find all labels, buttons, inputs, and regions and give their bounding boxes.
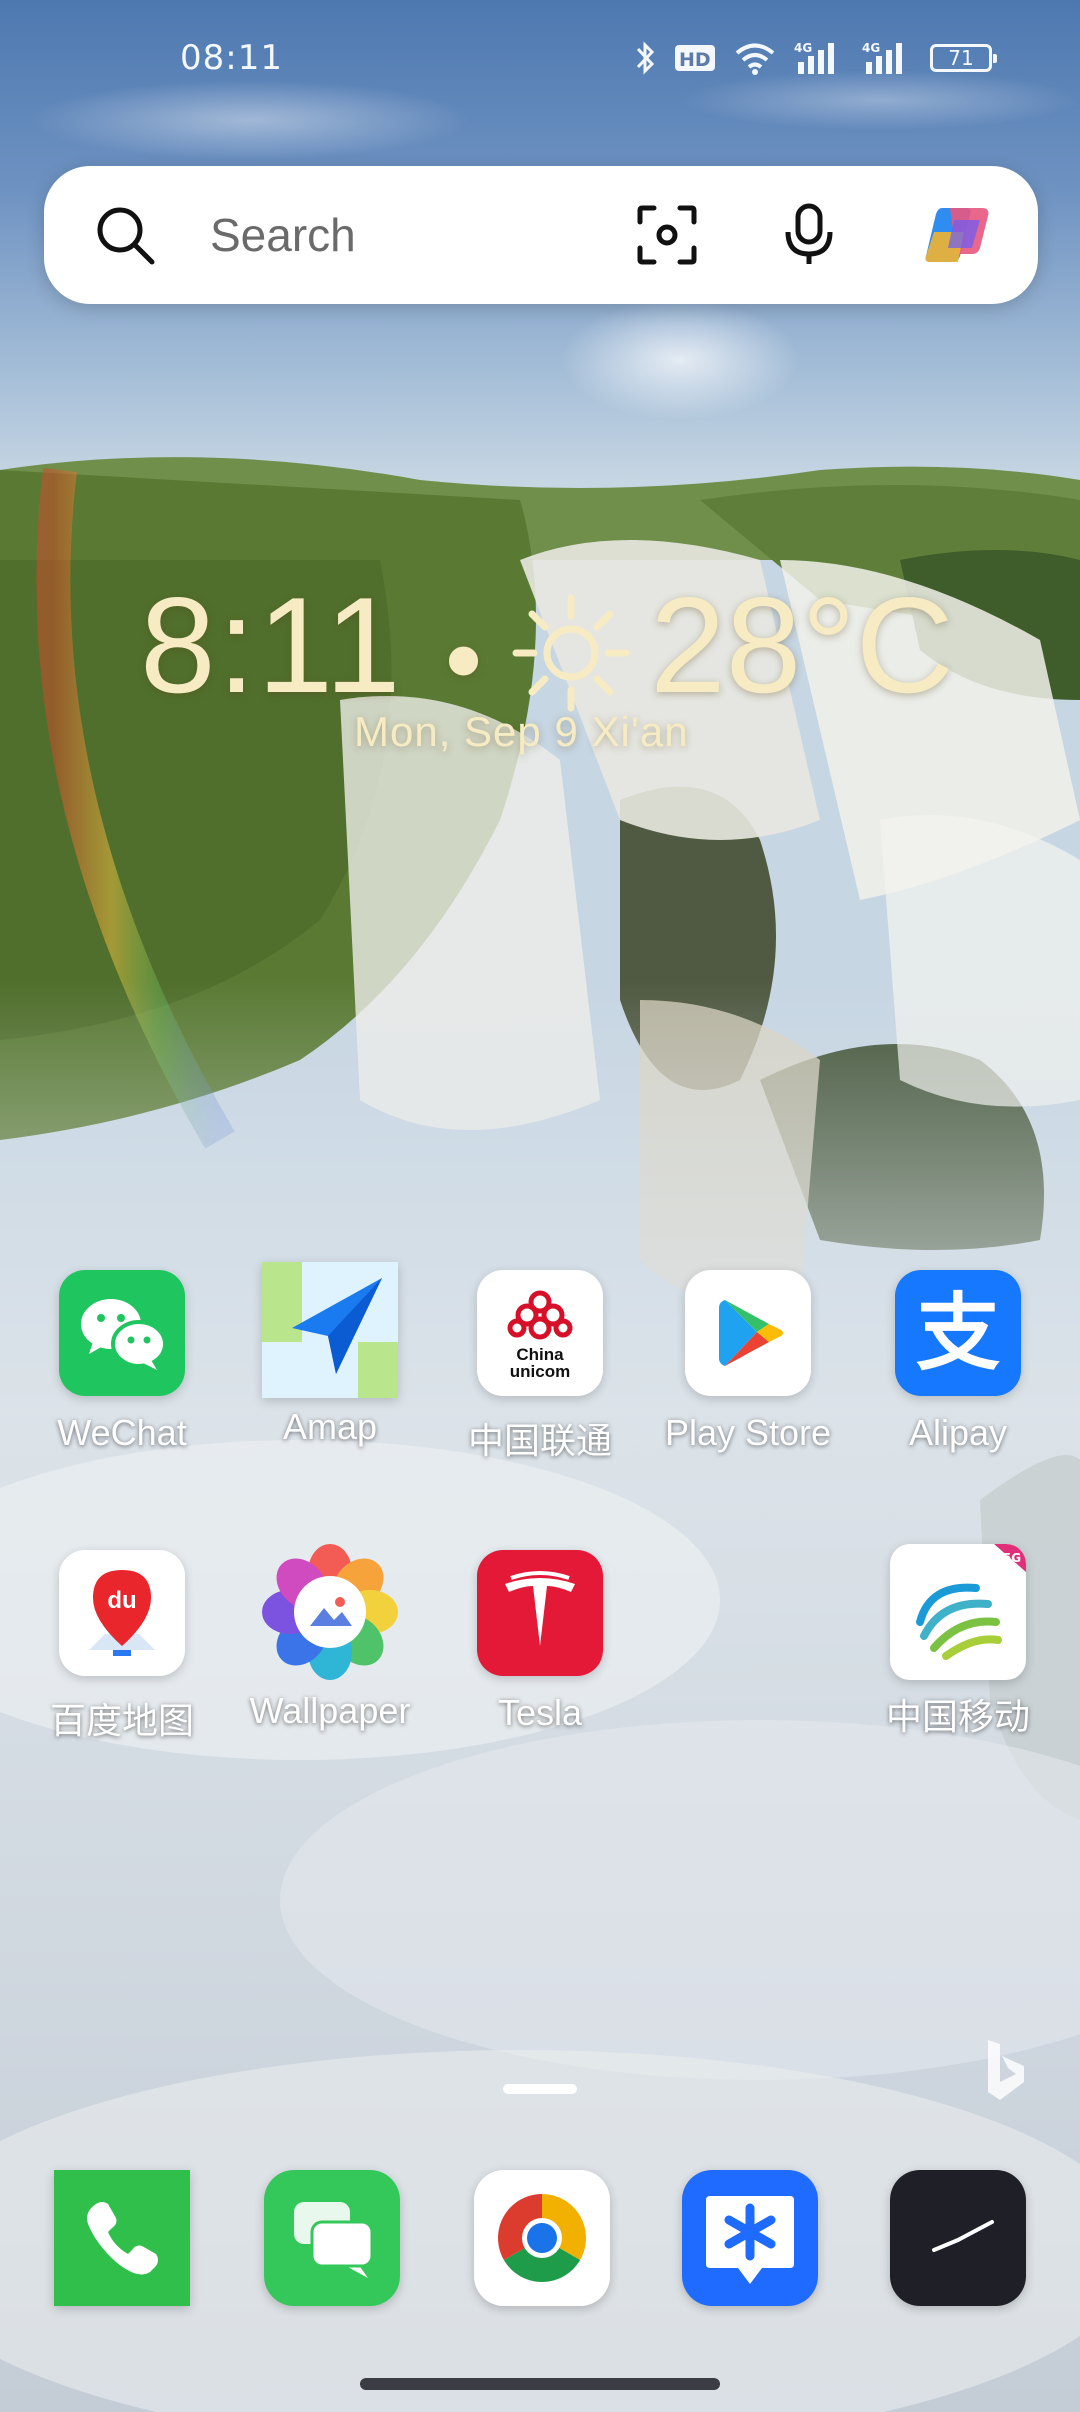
bluetooth-icon xyxy=(636,41,655,75)
app-label: WeChat xyxy=(57,1412,187,1453)
app-wechat[interactable]: WeChat xyxy=(22,1270,222,1454)
app-label: Amap xyxy=(282,1406,378,1447)
svg-text:4G: 4G xyxy=(794,41,812,55)
search-input[interactable]: Search xyxy=(210,166,356,304)
lens-scan-icon[interactable] xyxy=(634,166,700,304)
phone-icon[interactable] xyxy=(54,2170,190,2306)
svg-text:du: du xyxy=(107,1587,136,1614)
play-store-icon[interactable] xyxy=(685,1270,811,1396)
dock-messages[interactable] xyxy=(264,2170,400,2306)
svg-text:unicom: unicom xyxy=(510,1362,570,1381)
app-label: Wallpaper xyxy=(249,1690,411,1731)
app-label: 中国联通 xyxy=(467,1420,612,1461)
search-bar[interactable]: Search xyxy=(44,166,1038,304)
sun-icon xyxy=(512,594,630,712)
alipay-icon[interactable]: 支 xyxy=(895,1270,1021,1396)
status-icons: HD 4G 4G 71 xyxy=(634,38,997,78)
status-time: 08:11 xyxy=(180,38,283,78)
amap-icon[interactable] xyxy=(262,1262,398,1398)
dock-clock[interactable] xyxy=(890,2170,1026,2306)
app-tesla[interactable]: Tesla xyxy=(440,1550,640,1734)
widget-separator: • xyxy=(434,605,493,722)
app-china-mobile[interactable]: 5G 中国移动 xyxy=(858,1544,1058,1740)
hd-icon: HD xyxy=(675,45,715,71)
baidu-maps-icon[interactable]: du xyxy=(59,1550,185,1676)
app-label: Tesla xyxy=(497,1692,583,1733)
tencent-docs-icon[interactable] xyxy=(682,2170,818,2306)
battery-level: 71 xyxy=(948,46,974,70)
svg-text:HD: HD xyxy=(679,49,711,71)
svg-text:5G: 5G xyxy=(1003,1551,1021,1565)
app-wallpaper[interactable]: Wallpaper xyxy=(230,1544,430,1732)
app-play-store[interactable]: Play Store xyxy=(648,1270,848,1454)
svg-text:4G: 4G xyxy=(862,41,880,55)
china-unicom-icon[interactable]: China unicom xyxy=(477,1270,603,1396)
wallpaper-background xyxy=(0,0,1080,2412)
battery-icon: 71 xyxy=(930,44,997,72)
wifi-icon xyxy=(735,43,775,75)
widget-temperature: 28°C xyxy=(650,569,954,721)
gesture-navigation-bar[interactable] xyxy=(360,2378,720,2390)
widget-time: 8:11 xyxy=(140,569,403,721)
clock-icon[interactable] xyxy=(890,2170,1026,2306)
app-label: 中国移动 xyxy=(885,1696,1030,1737)
svg-text:支: 支 xyxy=(916,1284,1000,1382)
dock-chrome[interactable] xyxy=(474,2170,610,2306)
app-amap[interactable]: Amap xyxy=(230,1262,430,1448)
status-bar: 08:11 HD 4G 4G 71 xyxy=(0,0,1080,120)
app-label: Alipay xyxy=(908,1412,1008,1453)
microphone-icon[interactable] xyxy=(782,166,836,304)
messages-icon[interactable] xyxy=(264,2170,400,2306)
app-label: 百度地图 xyxy=(49,1700,194,1741)
search-icon[interactable] xyxy=(92,166,158,304)
app-alipay[interactable]: 支 Alipay xyxy=(858,1270,1058,1454)
china-mobile-icon[interactable]: 5G xyxy=(890,1544,1026,1680)
widget-date-location: Mon, Sep 9 Xi'an xyxy=(354,708,689,755)
page-indicator xyxy=(503,2084,577,2094)
copilot-icon[interactable] xyxy=(920,166,994,304)
chrome-icon[interactable] xyxy=(474,2170,610,2306)
dock-phone[interactable] xyxy=(54,2170,190,2306)
clock-weather-widget[interactable]: 8:11 • 28°C Mon, Sep 9 Xi'an xyxy=(130,570,970,770)
tesla-icon[interactable] xyxy=(477,1550,603,1676)
wechat-icon[interactable] xyxy=(59,1270,185,1396)
bing-icon[interactable] xyxy=(982,2036,1028,2106)
cellular-signal-2-icon: 4G xyxy=(862,41,902,74)
app-china-unicom[interactable]: China unicom 中国联通 xyxy=(440,1270,640,1464)
wallpaper-icon[interactable] xyxy=(262,1544,398,1680)
cellular-signal-1-icon: 4G xyxy=(794,41,834,74)
app-label: Play Store xyxy=(664,1412,832,1453)
dock-tencent-docs[interactable] xyxy=(682,2170,818,2306)
app-baidu-maps[interactable]: du 百度地图 xyxy=(22,1550,222,1744)
